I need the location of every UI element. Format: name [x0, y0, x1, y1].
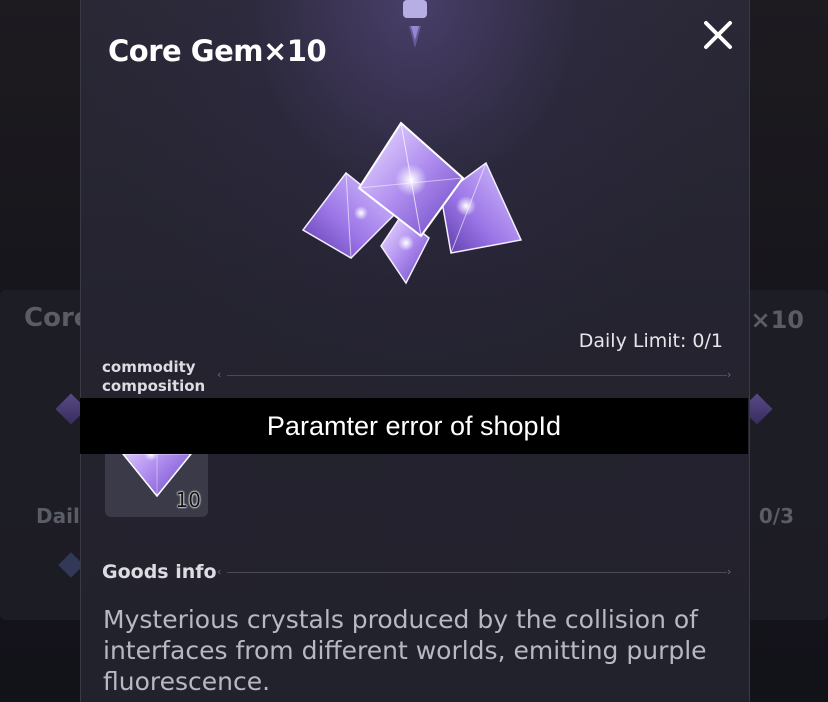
item-detail-dialog: Core Gem×10 Daily Limit: 0/1 commodity c… — [80, 0, 750, 702]
divider-arrow-left-icon: ‹ — [217, 368, 222, 381]
close-icon[interactable] — [701, 18, 735, 52]
section-divider — [227, 375, 727, 376]
error-toast-message: Paramter error of shopId — [266, 410, 562, 441]
error-toast: Paramter error of shopId — [80, 398, 748, 454]
item-title: Core Gem×10 — [108, 34, 327, 68]
item-quantity: 10 — [175, 488, 201, 512]
top-pin-icon — [403, 0, 427, 48]
divider-arrow-left-icon: ‹ — [217, 565, 222, 578]
background-shop-card-right — [738, 290, 828, 620]
background-card-limit-right: 0/3 — [758, 504, 794, 528]
commodity-composition-label: commodity composition — [102, 358, 206, 395]
core-gem-icon — [301, 121, 523, 285]
goods-description: Mysterious crystals produced by the coll… — [103, 605, 707, 696]
divider-arrow-right-icon: › — [727, 368, 732, 381]
section-divider — [227, 572, 727, 573]
goods-info-label: Goods info — [102, 561, 217, 583]
daily-limit-text: Daily Limit: 0/1 — [578, 330, 723, 352]
background-card-limit-left: Dail — [36, 504, 80, 528]
divider-arrow-right-icon: › — [727, 565, 732, 578]
